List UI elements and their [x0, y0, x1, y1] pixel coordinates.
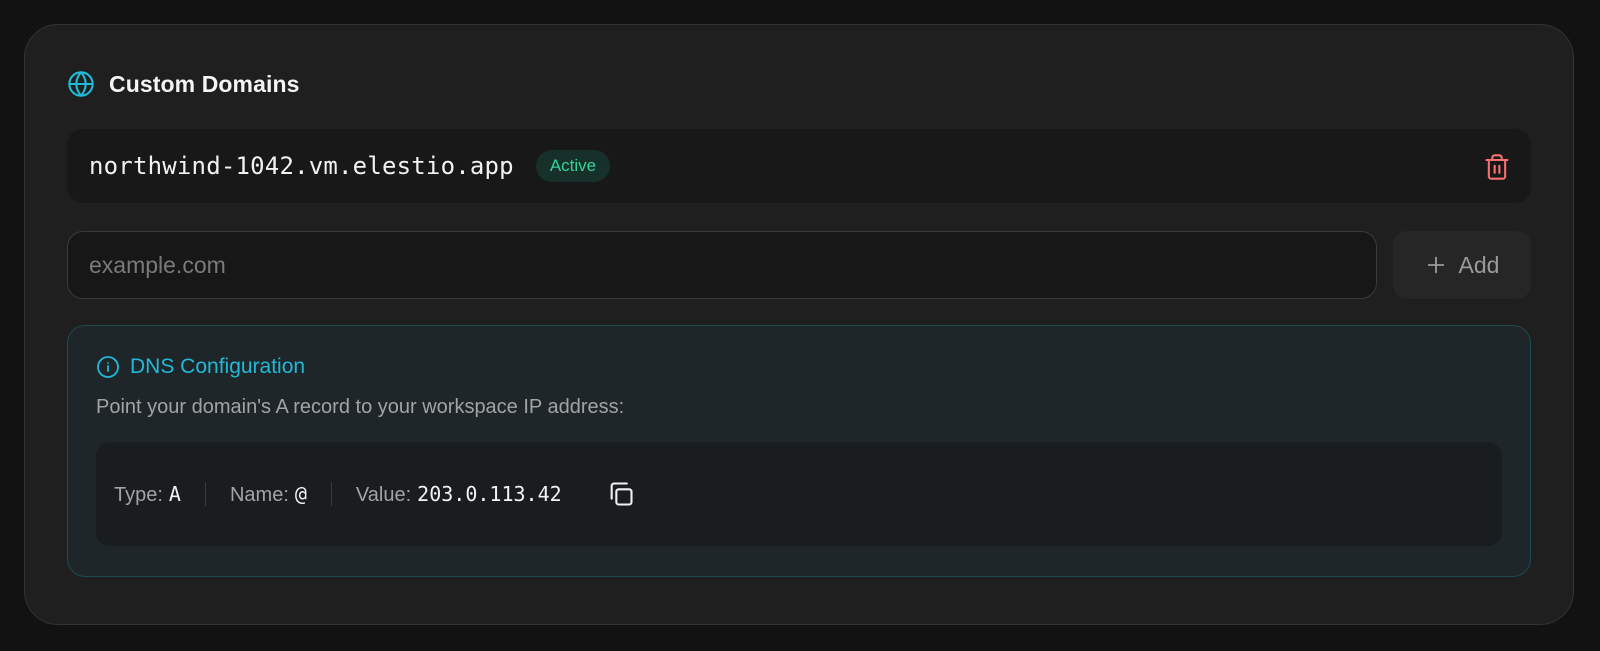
divider [204, 482, 206, 506]
plus-icon [1425, 254, 1447, 276]
info-icon [96, 355, 120, 379]
add-button-label: Add [1458, 251, 1500, 278]
dns-description: Point your domain's A record to your wor… [96, 396, 625, 418]
add-domain-row: Add [67, 231, 1531, 299]
record-value-value: 203.0.113.42 [417, 481, 562, 506]
page-title: Custom Domains [109, 70, 300, 97]
domain-name: northwind-1042.vm.elestio.app [89, 152, 514, 180]
copy-icon[interactable] [606, 479, 636, 509]
record-type: Type: A [114, 482, 181, 507]
record-value: Value: 203.0.113.42 [356, 482, 562, 507]
domain-input[interactable] [67, 231, 1377, 299]
card-header: Custom Domains [67, 69, 300, 99]
record-name: Name: @ [230, 482, 307, 507]
dns-title: DNS Configuration [130, 355, 306, 378]
status-badge: Active [535, 150, 611, 182]
divider [330, 482, 332, 506]
trash-icon[interactable] [1483, 153, 1511, 181]
add-domain-button[interactable]: Add [1393, 231, 1531, 299]
globe-icon [67, 70, 95, 98]
dns-header: DNS Configuration [96, 355, 305, 379]
record-type-value: A [168, 481, 181, 506]
dns-configuration-panel: DNS Configuration Point your domain's A … [67, 325, 1531, 577]
record-value-label: Value: [355, 483, 412, 506]
domain-list-item: northwind-1042.vm.elestio.app Active [67, 129, 1531, 203]
dns-record: Type: A Name: @ Value: 203.0.113.42 [96, 442, 1502, 546]
record-name-value: @ [294, 481, 307, 506]
custom-domains-card: Custom Domains northwind-1042.vm.elestio… [24, 24, 1574, 625]
record-type-label: Type: [114, 483, 163, 506]
record-name-label: Name: [229, 483, 289, 506]
